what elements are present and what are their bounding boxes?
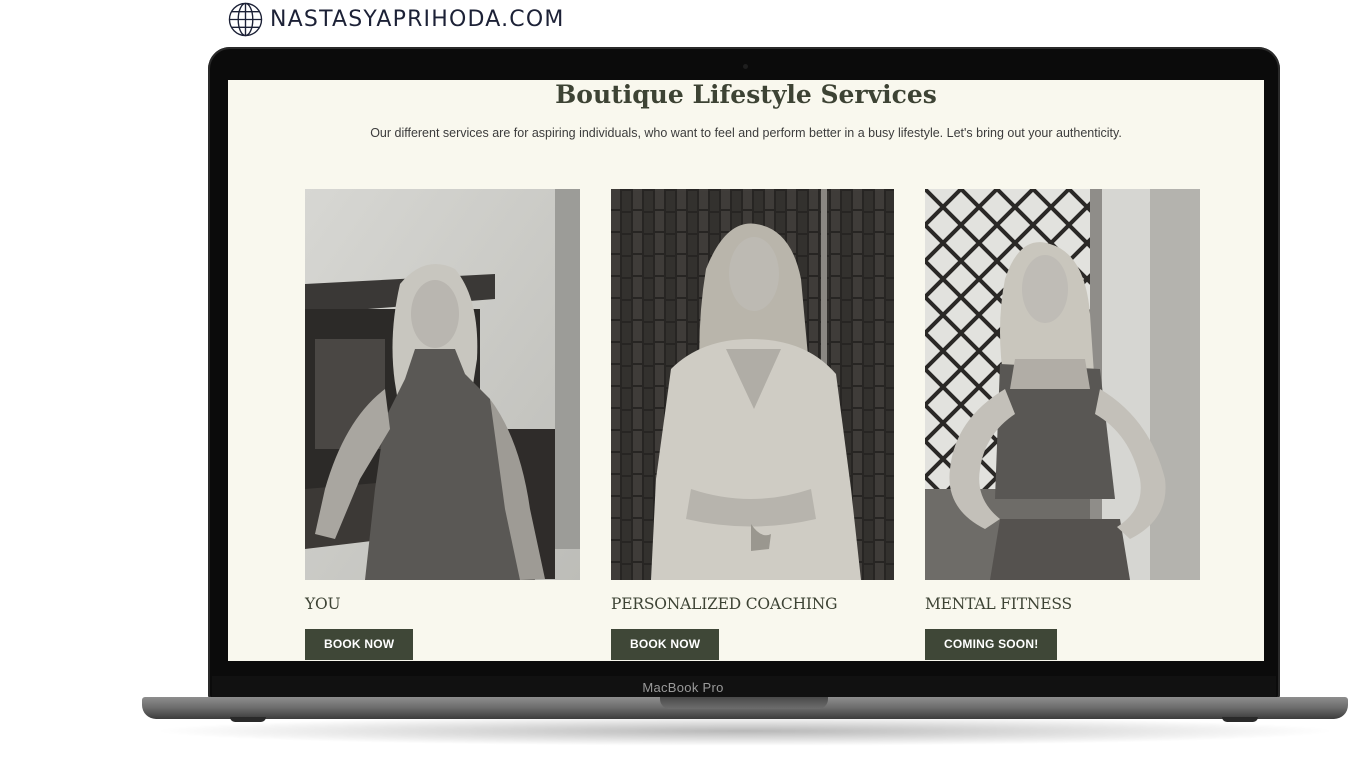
laptop-foot xyxy=(230,717,266,722)
laptop-foot xyxy=(1222,717,1258,722)
service-card-personalized-coaching: PERSONALIZED COACHING BOOK NOW xyxy=(611,189,894,660)
service-title: MENTAL FITNESS xyxy=(925,595,1072,613)
site-domain[interactable]: NASTASYAPRIHODA.COM xyxy=(270,7,565,32)
globe-icon xyxy=(228,2,263,36)
service-title: PERSONALIZED COACHING xyxy=(611,595,838,613)
woman-seated-in-silk-shirt-photo xyxy=(611,189,894,580)
laptop-open-notch xyxy=(660,697,828,709)
woman-standing-in-sportswear-photo xyxy=(925,189,1200,580)
woman-seated-by-piano-photo xyxy=(305,189,580,580)
webcam xyxy=(743,64,748,69)
site-badge: NASTASYAPRIHODA.COM xyxy=(228,1,565,37)
book-now-button[interactable]: BOOK NOW xyxy=(305,629,414,660)
coming-soon-button[interactable]: COMING SOON! xyxy=(925,629,1058,660)
page-title: Boutique Lifestyle Services xyxy=(555,80,937,109)
service-card-you: YOU BOOK NOW xyxy=(305,189,580,660)
laptop-screen: Boutique Lifestyle Services Our differen… xyxy=(228,80,1264,661)
service-title: YOU xyxy=(305,595,341,613)
service-card-mental-fitness: MENTAL FITNESS COMING SOON! xyxy=(925,189,1200,660)
page-subtitle: Our different services are for aspiring … xyxy=(370,126,1122,140)
book-now-button[interactable]: BOOK NOW xyxy=(611,629,720,660)
laptop-brand-label: MacBook Pro xyxy=(642,680,724,695)
laptop-shadow xyxy=(150,716,1340,746)
